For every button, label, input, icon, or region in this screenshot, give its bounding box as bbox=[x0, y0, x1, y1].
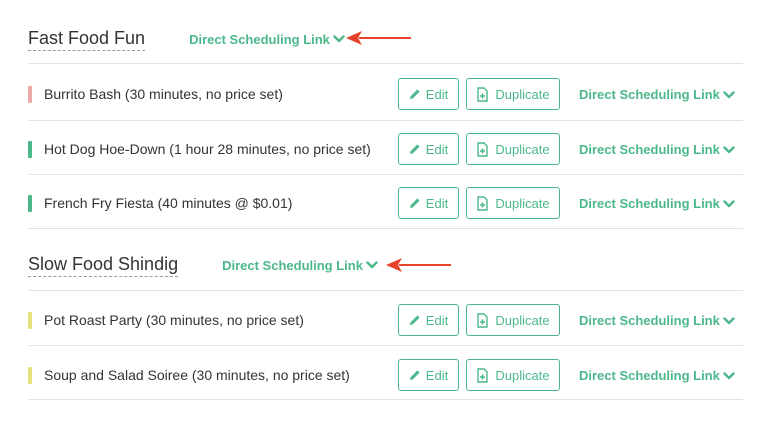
duplicate-label: Duplicate bbox=[495, 367, 550, 383]
color-swatch bbox=[28, 367, 32, 384]
duplicate-file-icon bbox=[477, 86, 489, 102]
group-title[interactable]: Fast Food Fun bbox=[28, 28, 146, 51]
duplicate-label: Duplicate bbox=[495, 312, 550, 328]
duplicate-file-icon bbox=[477, 367, 489, 383]
direct-scheduling-link-label: Direct Scheduling Link bbox=[579, 142, 720, 157]
group-title[interactable]: Slow Food Shindig bbox=[28, 254, 179, 277]
duplicate-label: Duplicate bbox=[495, 141, 550, 157]
edit-button[interactable]: Edit bbox=[398, 133, 459, 165]
divider bbox=[28, 399, 743, 400]
red-arrow-annotation bbox=[346, 31, 411, 45]
direct-scheduling-link[interactable]: Direct Scheduling Link bbox=[579, 368, 735, 383]
color-swatch bbox=[28, 312, 32, 329]
pencil-icon bbox=[409, 89, 420, 99]
duplicate-file-icon bbox=[477, 312, 489, 328]
direct-scheduling-link-label: Direct Scheduling Link bbox=[222, 257, 363, 273]
direct-scheduling-link-label: Direct Scheduling Link bbox=[579, 196, 720, 211]
event-type-label: Burrito Bash (30 minutes, no price set) bbox=[44, 86, 283, 102]
duplicate-button[interactable]: Duplicate bbox=[466, 304, 560, 336]
event-type-label: Pot Roast Party (30 minutes, no price se… bbox=[44, 312, 304, 328]
edit-label: Edit bbox=[425, 86, 449, 102]
list-item: Pot Roast Party (30 minutes, no price se… bbox=[28, 298, 743, 352]
duplicate-label: Duplicate bbox=[495, 195, 550, 211]
duplicate-file-icon bbox=[477, 141, 489, 157]
event-type-label: Hot Dog Hoe-Down (1 hour 28 minutes, no … bbox=[44, 141, 371, 157]
color-swatch bbox=[28, 195, 32, 212]
duplicate-button[interactable]: Duplicate bbox=[466, 187, 560, 219]
edit-button[interactable]: Edit bbox=[398, 187, 459, 219]
chevron-down-icon bbox=[723, 90, 735, 98]
group-direct-scheduling-link[interactable]: Direct Scheduling Link bbox=[222, 258, 378, 273]
divider bbox=[28, 120, 743, 121]
direct-scheduling-link-label: Direct Scheduling Link bbox=[189, 31, 330, 47]
pencil-icon bbox=[409, 198, 420, 208]
direct-scheduling-link-label: Direct Scheduling Link bbox=[579, 368, 720, 383]
list-item: Burrito Bash (30 minutes, no price set) … bbox=[28, 72, 743, 126]
chevron-down-icon bbox=[723, 371, 735, 379]
duplicate-button[interactable]: Duplicate bbox=[466, 78, 560, 110]
red-arrow-annotation bbox=[386, 258, 451, 272]
direct-scheduling-link[interactable]: Direct Scheduling Link bbox=[579, 313, 735, 328]
event-type-label: Soup and Salad Soiree (30 minutes, no pr… bbox=[44, 367, 350, 383]
chevron-down-icon bbox=[366, 261, 378, 269]
edit-button[interactable]: Edit bbox=[398, 304, 459, 336]
edit-label: Edit bbox=[425, 367, 449, 383]
chevron-down-icon bbox=[723, 199, 735, 207]
edit-label: Edit bbox=[425, 312, 449, 328]
divider bbox=[28, 174, 743, 175]
duplicate-file-icon bbox=[477, 195, 489, 211]
color-swatch bbox=[28, 141, 32, 158]
edit-button[interactable]: Edit bbox=[398, 78, 459, 110]
edit-label: Edit bbox=[425, 195, 449, 211]
direct-scheduling-link[interactable]: Direct Scheduling Link bbox=[579, 87, 735, 102]
divider bbox=[28, 228, 743, 229]
duplicate-label: Duplicate bbox=[495, 86, 550, 102]
duplicate-button[interactable]: Duplicate bbox=[466, 133, 560, 165]
edit-button[interactable]: Edit bbox=[398, 359, 459, 391]
divider bbox=[28, 290, 743, 291]
group-header-slow-food-shindig: Slow Food Shindig Direct Scheduling Link bbox=[28, 250, 378, 280]
direct-scheduling-link-label: Direct Scheduling Link bbox=[579, 313, 720, 328]
pencil-icon bbox=[409, 144, 420, 154]
direct-scheduling-link-label: Direct Scheduling Link bbox=[579, 87, 720, 102]
group-header-fast-food-fun: Fast Food Fun Direct Scheduling Link bbox=[28, 24, 345, 54]
pencil-icon bbox=[409, 370, 420, 380]
event-type-label: French Fry Fiesta (40 minutes @ $0.01) bbox=[44, 195, 293, 211]
duplicate-button[interactable]: Duplicate bbox=[466, 359, 560, 391]
direct-scheduling-link[interactable]: Direct Scheduling Link bbox=[579, 196, 735, 211]
direct-scheduling-link[interactable]: Direct Scheduling Link bbox=[579, 142, 735, 157]
chevron-down-icon bbox=[723, 145, 735, 153]
pencil-icon bbox=[409, 315, 420, 325]
divider bbox=[28, 345, 743, 346]
list-item: Hot Dog Hoe-Down (1 hour 28 minutes, no … bbox=[28, 127, 743, 181]
chevron-down-icon bbox=[723, 316, 735, 324]
edit-label: Edit bbox=[425, 141, 449, 157]
group-direct-scheduling-link[interactable]: Direct Scheduling Link bbox=[189, 32, 345, 47]
color-swatch bbox=[28, 86, 32, 103]
chevron-down-icon bbox=[333, 35, 345, 43]
divider bbox=[28, 63, 743, 64]
list-item: French Fry Fiesta (40 minutes @ $0.01) E… bbox=[28, 181, 743, 235]
